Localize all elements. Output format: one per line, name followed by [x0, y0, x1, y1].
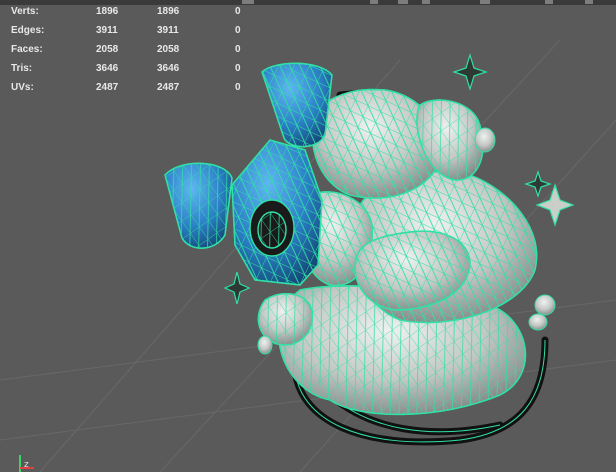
hud-value: 3646: [96, 63, 119, 74]
hud-value: 2487: [157, 82, 180, 93]
hud-value: 0: [235, 6, 241, 17]
hud-value: 3911: [96, 25, 118, 36]
hud-label: Edges:: [11, 25, 45, 36]
hud-value: 0: [235, 82, 241, 93]
hud-row-edges: Edges: 3911 3911 0: [10, 24, 270, 43]
hud-value: 3646: [157, 63, 180, 74]
hud-value: 0: [235, 44, 241, 55]
hud-value: 1896: [157, 6, 180, 17]
hud-row-uvs: UVs: 2487 2487 0: [10, 81, 270, 100]
hud-value: 3911: [157, 25, 179, 36]
hud-value: 0: [235, 63, 241, 74]
hud-value: 2058: [157, 44, 180, 55]
hud-value: 2058: [96, 44, 119, 55]
hud-label: UVs:: [11, 82, 34, 93]
axis-gizmo-label: z: [24, 460, 29, 470]
hud-value: 1896: [96, 6, 119, 17]
hud-label: Verts:: [11, 6, 39, 17]
hud-label: Tris:: [11, 63, 33, 74]
poly-count-hud: Verts: 1896 1896 0 Edges: 3911 3911 0 Fa…: [10, 5, 270, 100]
hud-row-tris: Tris: 3646 3646 0: [10, 62, 270, 81]
hud-row-faces: Faces: 2058 2058 0: [10, 43, 270, 62]
hud-value: 0: [235, 25, 241, 36]
hud-row-verts: Verts: 1896 1896 0: [10, 5, 270, 24]
hud-value: 2487: [96, 82, 119, 93]
hud-label: Faces:: [11, 44, 43, 55]
